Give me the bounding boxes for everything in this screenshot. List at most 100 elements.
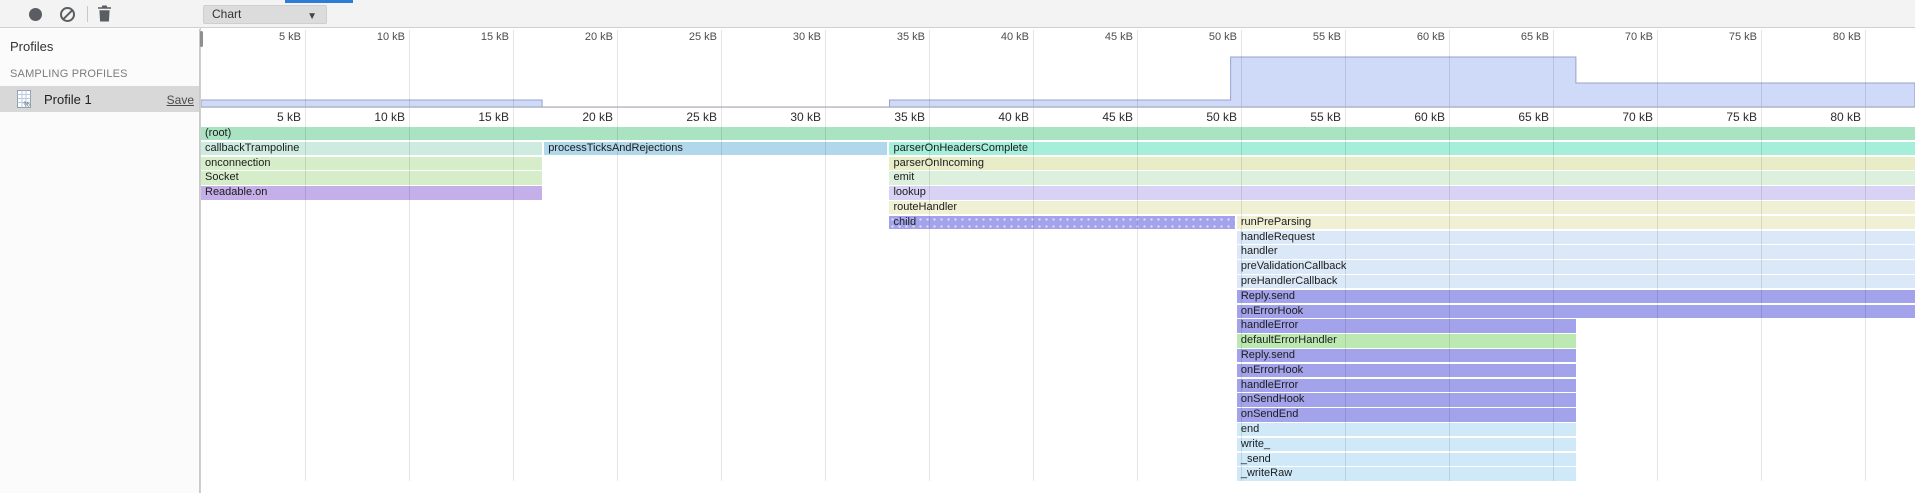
chevron-down-icon: ▼ [307,8,317,25]
overview-tick-label: 40 kB [969,31,1029,43]
flame-bar[interactable]: onErrorHook [1237,364,1576,377]
save-link[interactable]: Save [167,93,194,107]
flame-bar-label: onErrorHook [1241,305,1303,317]
flame-tick-label: 70 kB [1589,110,1653,124]
overview-tick-label: 25 kB [657,31,717,43]
flame-bar-label: handleError [1241,379,1298,391]
flame-bar[interactable]: Socket [201,171,542,184]
flame-bar[interactable]: onconnection [201,157,542,170]
flame-bar[interactable]: child [889,216,1234,229]
memory-profiler-panel: Chart ▼ Profiles SAMPLING PROFILES % Pro… [0,0,1915,493]
svg-text:%: % [24,102,30,109]
profile-list-item[interactable]: % Profile 1 Save [0,86,199,112]
flame-bar-label: handleRequest [1241,231,1315,243]
flame-bar[interactable]: handler [1237,245,1915,258]
flame-bar[interactable]: _writeRaw [1237,467,1576,480]
overview-tick-label: 30 kB [761,31,821,43]
flame-bar[interactable]: processTicksAndRejections [544,142,887,155]
gridline [305,30,306,481]
flame-bar-label: onSendHook [1241,393,1305,405]
gridline [721,30,722,481]
active-tab-indicator [285,0,353,3]
sampling-profiles-section-title: SAMPLING PROFILES [10,68,128,80]
gridline [1553,30,1554,481]
toolbar-divider [87,6,88,22]
flame-bar-label: end [1241,423,1259,435]
overview-tick-label: 60 kB [1385,31,1445,43]
record-button[interactable] [29,8,42,21]
flame-bar-label: Readable.on [205,186,267,198]
flame-bar[interactable]: handleError [1237,319,1576,332]
gridline [1657,30,1658,481]
overview-tick-label: 20 kB [553,31,613,43]
flame-bar-label: _send [1241,453,1271,465]
flame-bar[interactable]: handleRequest [1237,231,1915,244]
flame-bar-label: child [893,216,916,228]
flame-tick-label: 40 kB [965,110,1029,124]
gridline [513,30,514,481]
flame-bar-label: emit [893,171,914,183]
gridline [1345,30,1346,481]
chart-view-select[interactable]: Chart ▼ [203,5,327,24]
profile-name: Profile 1 [44,92,92,107]
flame-bar[interactable]: end [1237,423,1576,436]
flame-tick-label: 25 kB [653,110,717,124]
gridline [617,30,618,481]
flame-bar-label: onErrorHook [1241,364,1303,376]
flame-bar-label: parserOnHeadersComplete [893,142,1028,154]
flame-bar[interactable]: runPreParsing [1237,216,1915,229]
flame-bar-label: preValidationCallback [1241,260,1347,272]
gridline [409,30,410,481]
flame-bar[interactable]: Readable.on [201,186,542,199]
flame-bar-label: routeHandler [893,201,957,213]
flame-bar[interactable]: callbackTrampoline [201,142,542,155]
flame-tick-label: 45 kB [1069,110,1133,124]
clear-icon[interactable] [60,7,75,22]
trash-icon[interactable] [97,5,112,22]
gridline [1761,30,1762,481]
flame-bar[interactable]: onSendEnd [1237,408,1576,421]
flame-bar-label: lookup [893,186,925,198]
flame-bar[interactable]: Reply.send [1237,349,1576,362]
overview-tick-label: 65 kB [1489,31,1549,43]
gridline [1865,30,1866,481]
overview-tick-label: 80 kB [1801,31,1861,43]
flame-bar-label: Socket [205,171,239,183]
flame-tick-label: 35 kB [861,110,925,124]
overview-tick-label: 70 kB [1593,31,1653,43]
flame-bar-label: _writeRaw [1241,467,1292,479]
flame-bar-label: parserOnIncoming [893,157,984,169]
flame-bar-label: callbackTrampoline [205,142,299,154]
gridline [1137,30,1138,481]
ruler-separator [201,107,1915,108]
overview-tick-label: 50 kB [1177,31,1237,43]
gridline [929,30,930,481]
flame-bar[interactable]: handleError [1237,379,1576,392]
gridline [1241,30,1242,481]
flame-bar[interactable]: defaultErrorHandler [1237,334,1576,347]
vertical-scrollbar-thumb[interactable] [200,31,203,47]
chart-view-select-value: Chart [212,7,241,21]
flame-tick-label: 50 kB [1173,110,1237,124]
gridline [1449,30,1450,481]
flame-bar[interactable]: Reply.send [1237,290,1915,303]
flame-bar-label: runPreParsing [1241,216,1311,228]
overview-tick-label: 10 kB [345,31,405,43]
flame-bar-label: preHandlerCallback [1241,275,1338,287]
toolbar: Chart ▼ [0,0,1915,28]
profile-document-icon: % [14,89,34,114]
flame-bar[interactable]: preValidationCallback [1237,260,1915,273]
flame-tick-label: 10 kB [341,110,405,124]
flame-bar[interactable]: preHandlerCallback [1237,275,1915,288]
flame-bar-label: defaultErrorHandler [1241,334,1337,346]
flame-tick-label: 55 kB [1277,110,1341,124]
flame-tick-label: 30 kB [757,110,821,124]
overview-tick-label: 35 kB [865,31,925,43]
flame-bar[interactable]: write_ [1237,438,1576,451]
profiles-title: Profiles [10,39,53,54]
flame-bar-label: handler [1241,245,1278,257]
flame-bar[interactable]: onSendHook [1237,393,1576,406]
flame-bar[interactable]: _send [1237,453,1576,466]
flame-bar[interactable]: onErrorHook [1237,305,1915,318]
flame-bar-label: onSendEnd [1241,408,1299,420]
